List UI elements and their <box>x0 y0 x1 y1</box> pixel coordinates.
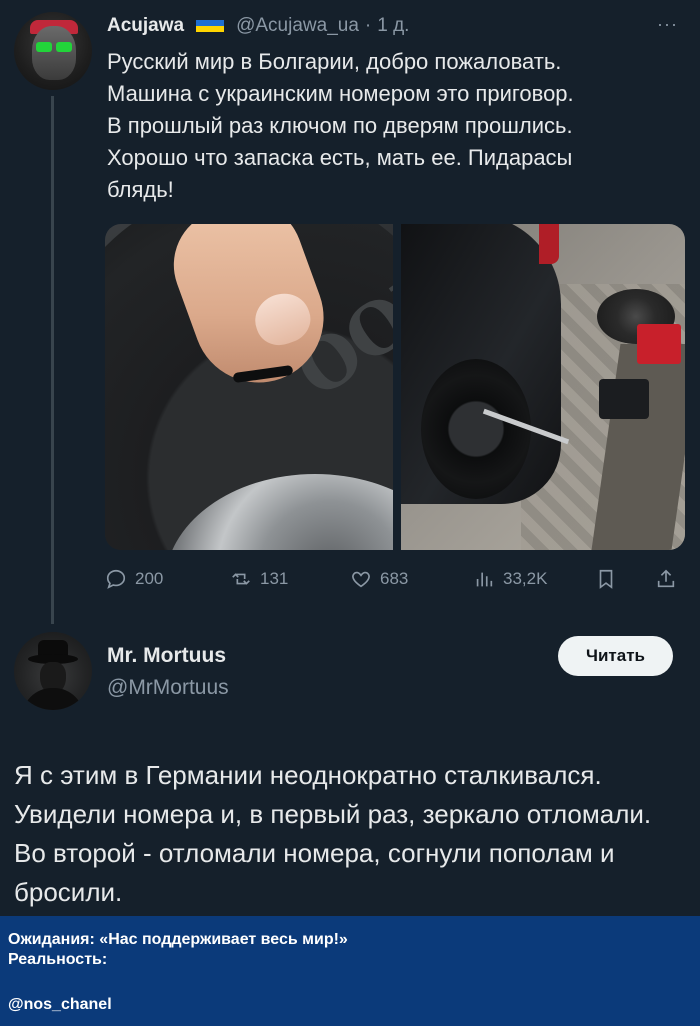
like-count: 683 <box>380 569 409 588</box>
author-name[interactable]: Acujawa <box>107 15 184 37</box>
tweet-media[interactable]: OODYEA <box>105 224 685 550</box>
avatar-glasses-right <box>56 42 72 52</box>
reply-icon <box>106 569 126 589</box>
views-count: 33,2K <box>503 569 548 588</box>
views-button[interactable]: 33,2K <box>473 566 547 592</box>
separator-dot: · <box>364 15 372 36</box>
avatar-face <box>32 26 76 80</box>
reply-button[interactable]: 200 <box>105 566 163 592</box>
views-icon <box>476 572 493 587</box>
tweet-text: Я с этим в Германии неоднократно сталкив… <box>14 760 652 907</box>
photo-spare-wheel[interactable] <box>401 224 685 550</box>
reply-count: 200 <box>135 569 164 588</box>
retweet-icon <box>232 573 250 585</box>
tweet-timestamp[interactable]: 1 д. <box>377 15 409 37</box>
tweet-actions: 200 131 683 33,2K <box>105 566 685 592</box>
car-taillight <box>539 224 559 264</box>
ukraine-flag-icon <box>196 20 225 32</box>
avatar[interactable] <box>14 12 92 90</box>
like-button[interactable]: 683 <box>350 566 408 592</box>
bookmark-icon <box>599 569 613 589</box>
tweet-text: Русский мир в Болгарии, добро пожаловать… <box>107 49 574 202</box>
tweet-header: Acujawa @Acujawa_ua · 1 д. <box>107 12 409 40</box>
heart-icon <box>352 571 370 588</box>
photo-damaged-tire[interactable]: OODYEA <box>105 224 393 550</box>
share-icon <box>657 569 675 588</box>
avatar[interactable] <box>14 632 92 710</box>
caption-credit: @nos_chanel <box>8 996 112 1013</box>
spare-wheel <box>421 359 531 499</box>
follow-button[interactable]: Читать <box>558 636 673 676</box>
thread-connector <box>51 96 54 624</box>
avatar-glasses-left <box>36 42 52 52</box>
share-button[interactable] <box>655 566 677 592</box>
red-toolbox <box>637 324 681 364</box>
caption-expectation: Ожидания: «Нас поддерживает весь мир!» <box>8 931 348 948</box>
author-handle[interactable]: @MrMortuus <box>107 676 229 700</box>
avatar-coat <box>22 688 84 710</box>
author-name[interactable]: Mr. Mortuus <box>107 644 226 668</box>
retweet-button[interactable]: 131 <box>230 566 288 592</box>
more-options-icon[interactable]: ··· <box>657 14 678 35</box>
author-handle[interactable]: @Acujawa_ua <box>236 15 359 37</box>
caption-reality: Реальность: <box>8 951 108 968</box>
retweet-count: 131 <box>260 569 289 588</box>
bookmark-button[interactable] <box>595 566 617 592</box>
toolbox <box>599 379 649 419</box>
caption-box: Ожидания: «Нас поддерживает весь мир!» Р… <box>0 916 700 1026</box>
